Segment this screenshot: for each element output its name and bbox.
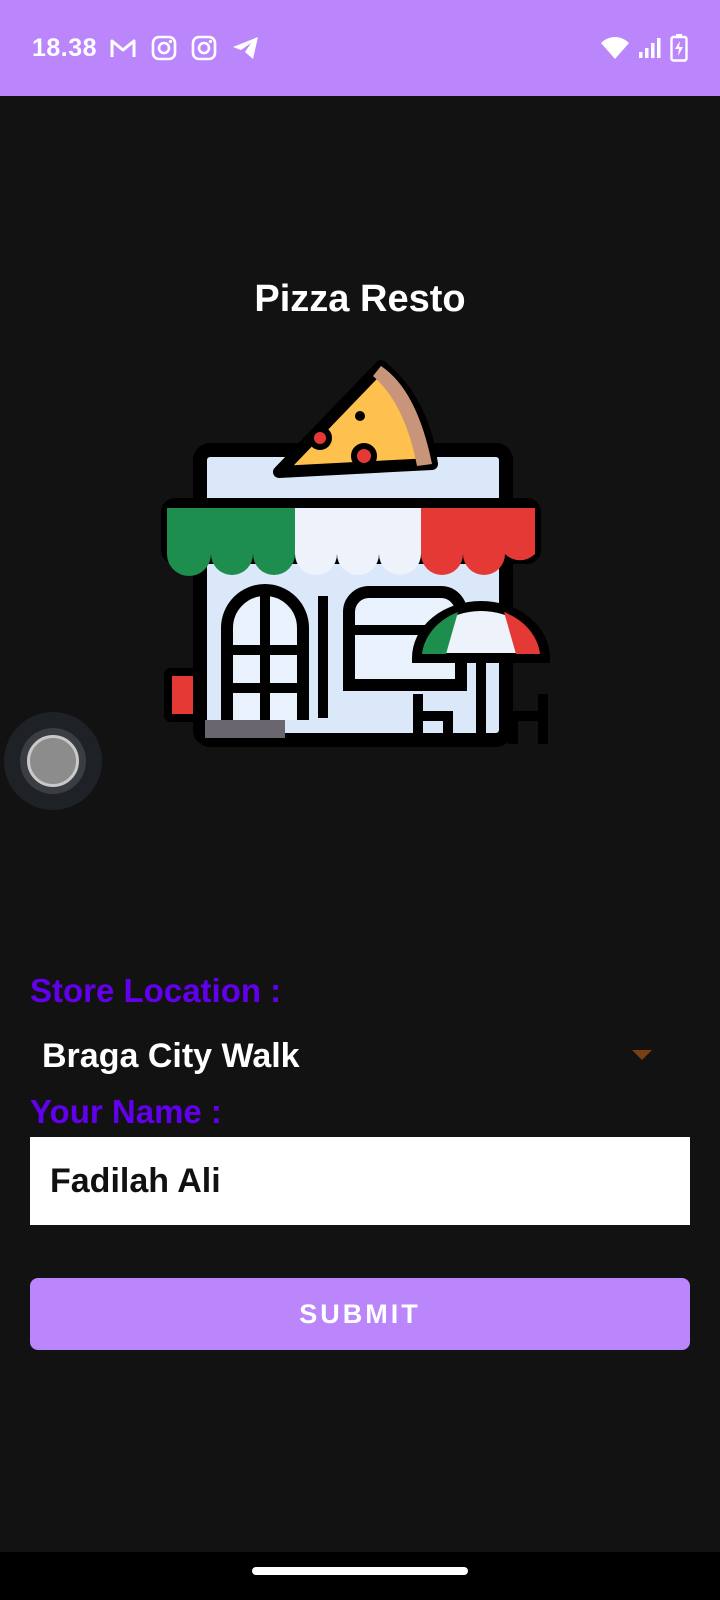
- notification-icons: [109, 35, 261, 61]
- page-title: Pizza Resto: [254, 278, 466, 320]
- system-icons: [600, 34, 688, 62]
- status-time: 18.38: [32, 33, 98, 62]
- assistive-touch-core: [27, 735, 79, 787]
- navigation-bar: [0, 1552, 720, 1600]
- store-location-label: Store Location :: [30, 972, 282, 1009]
- store-location-value: Braga City Walk: [42, 1036, 300, 1075]
- assistive-touch-button[interactable]: [4, 712, 102, 810]
- telegram-icon: [231, 35, 261, 61]
- your-name-label: Your Name :: [30, 1093, 222, 1130]
- store-location-dropdown[interactable]: Braga City Walk: [30, 1020, 690, 1092]
- dropdown-arrow-icon: [632, 1050, 652, 1060]
- battery-charging-icon: [670, 34, 688, 62]
- wifi-icon: [600, 36, 630, 60]
- gmail-icon: [109, 36, 137, 60]
- instagram-icon: [191, 35, 217, 61]
- home-indicator[interactable]: [252, 1567, 468, 1575]
- instagram-icon: [151, 35, 177, 61]
- pizza-store-illustration: [155, 360, 565, 770]
- submit-button[interactable]: SUBMIT: [30, 1278, 690, 1350]
- assistive-touch-ring: [20, 728, 86, 794]
- name-input[interactable]: [30, 1137, 690, 1225]
- signal-icon: [638, 37, 662, 59]
- status-bar: 18.38: [0, 0, 720, 96]
